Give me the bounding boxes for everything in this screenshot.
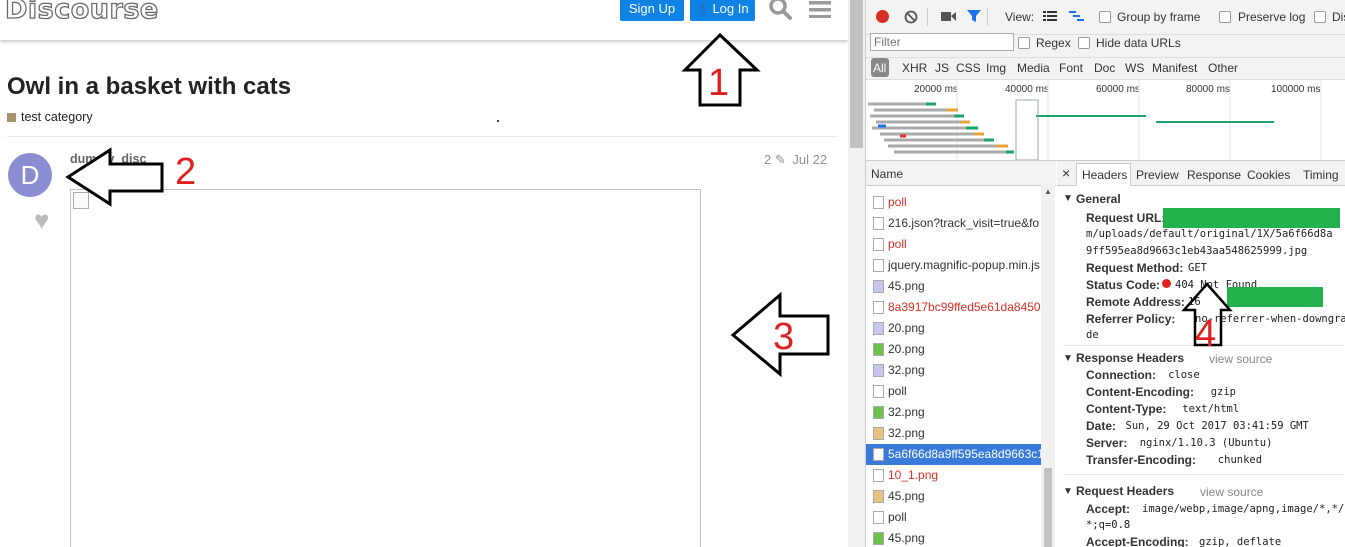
annotation-number-2: 2 <box>175 151 197 193</box>
annotation-number-4: 4 <box>1195 313 1217 355</box>
annotation-number-3: 3 <box>773 316 795 358</box>
annotation-number-1: 1 <box>708 62 730 104</box>
annotation-arrow-left-2 <box>65 147 164 207</box>
annotation-layer <box>65 32 1233 378</box>
